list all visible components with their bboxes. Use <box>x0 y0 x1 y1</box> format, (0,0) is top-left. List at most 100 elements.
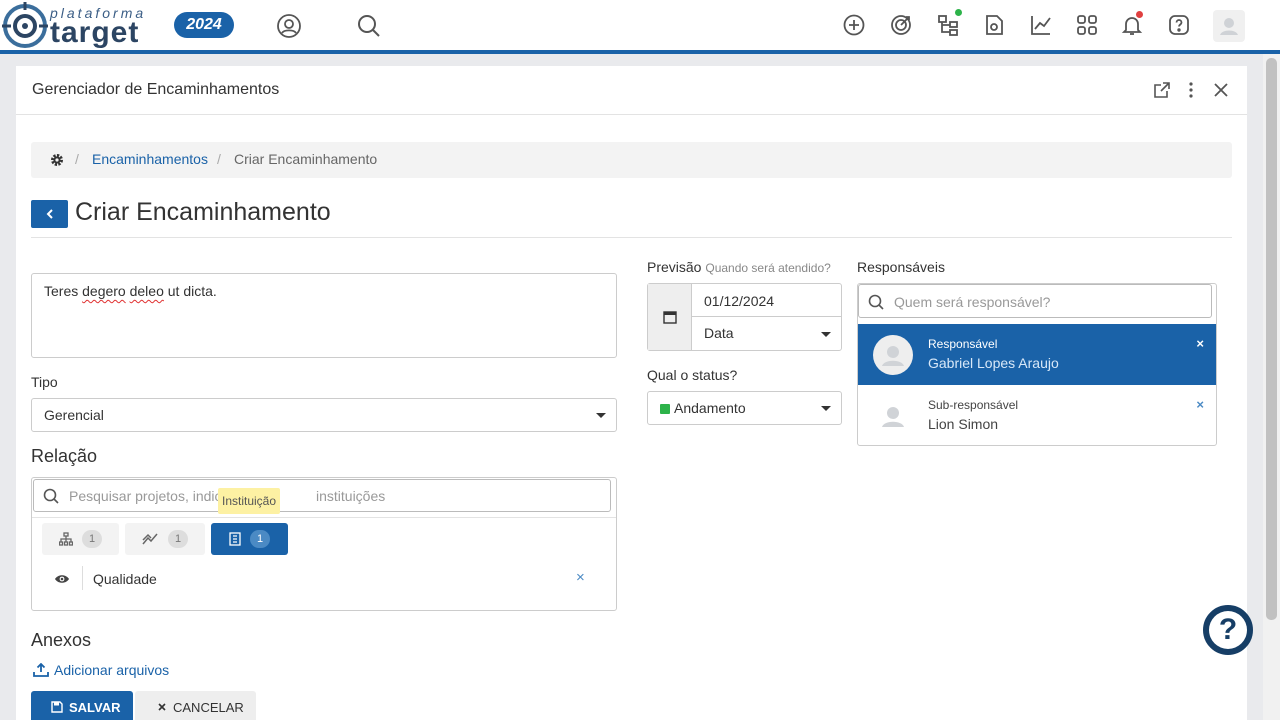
status-select[interactable]: Andamento <box>647 391 842 425</box>
relacao-search-placeholder-end: instituições <box>316 488 386 504</box>
year-badge[interactable]: 2024 <box>174 12 234 38</box>
main-panel: Gerenciador de Encaminhamentos / Encamin… <box>16 66 1247 720</box>
external-link-icon[interactable] <box>1152 80 1172 100</box>
more-vertical-icon[interactable] <box>1181 80 1201 100</box>
responsaveis-box: Quem será responsável? Responsável Gabri… <box>857 283 1217 446</box>
top-bar: plataforma target 2024 <box>0 0 1280 54</box>
avatar <box>873 396 913 436</box>
bell-icon[interactable] <box>1120 13 1146 39</box>
apps-grid-icon[interactable] <box>1075 13 1101 39</box>
tipo-label: Tipo <box>31 374 58 390</box>
tipo-select[interactable]: Gerencial <box>31 398 617 432</box>
save-button[interactable]: SALVAR <box>31 691 133 720</box>
document-icon[interactable] <box>982 13 1008 39</box>
close-icon <box>158 703 166 711</box>
relation-remove-icon[interactable]: × <box>576 569 585 586</box>
logo-title: target <box>50 16 140 49</box>
breadcrumb-separator: / <box>75 151 79 167</box>
chevron-down-icon <box>596 413 606 418</box>
search-icon <box>43 488 59 504</box>
tab-indicadores[interactable]: 1 <box>125 523 205 555</box>
gear-icon[interactable] <box>50 153 64 167</box>
profile-circle-icon[interactable] <box>276 13 302 39</box>
divider <box>32 517 616 518</box>
list-item[interactable]: Responsável Gabriel Lopes Araujo × <box>858 324 1216 385</box>
help-icon[interactable] <box>1167 13 1193 39</box>
relacao-search-placeholder: Pesquisar projetos, indic <box>69 488 222 504</box>
add-files-label: Adicionar arquivos <box>54 662 170 678</box>
search-icon <box>868 294 884 310</box>
search-icon[interactable] <box>356 13 382 39</box>
description-word: degero <box>82 283 126 299</box>
date-value: 01/12/2024 <box>704 293 775 309</box>
trend-icon <box>142 533 158 545</box>
page-scrollbar-thumb[interactable] <box>1266 58 1277 620</box>
avatar <box>873 335 913 375</box>
previsao-label-text: Previsão <box>647 259 702 275</box>
breadcrumb-link[interactable]: Encaminhamentos <box>92 151 208 167</box>
chevron-down-icon <box>821 331 831 337</box>
upload-icon <box>33 663 49 677</box>
help-float-button[interactable]: ? <box>1203 605 1253 655</box>
tab-count-badge: 1 <box>82 530 102 548</box>
description-word: Teres <box>44 283 79 299</box>
tab-count-badge: 1 <box>250 530 270 548</box>
save-label: SALVAR <box>69 700 121 715</box>
logo[interactable]: plataforma target <box>2 2 152 50</box>
relacao-title: Relação <box>31 446 98 466</box>
logo-target-icon <box>2 2 48 48</box>
eye-icon[interactable] <box>54 573 70 585</box>
description-word: ut dicta. <box>167 283 217 299</box>
breadcrumb-current: Criar Encaminhamento <box>234 151 378 167</box>
status-dot <box>955 9 962 16</box>
status-color-swatch <box>660 404 670 414</box>
calendar-icon <box>663 311 677 324</box>
tab-projetos[interactable]: 1 <box>42 523 119 555</box>
close-icon[interactable] <box>1211 80 1231 100</box>
date-type-value: Data <box>704 325 734 341</box>
responsavel-role: Sub-responsável <box>928 398 1019 412</box>
cancel-label: CANCELAR <box>173 700 244 715</box>
tab-instituicoes[interactable]: 1 <box>211 523 288 555</box>
responsaveis-search-input[interactable]: Quem será responsável? <box>858 284 1212 318</box>
relacao-box: Pesquisar projetos, indic instituições 1… <box>31 477 617 611</box>
remove-icon[interactable]: × <box>1196 336 1204 351</box>
tree-icon[interactable] <box>936 13 962 39</box>
tipo-value: Gerencial <box>44 407 104 423</box>
remove-icon[interactable]: × <box>1196 397 1204 412</box>
panel-title: Gerenciador de Encaminhamentos <box>32 81 280 98</box>
responsavel-name: Lion Simon <box>928 416 999 432</box>
calendar-addon[interactable] <box>648 284 692 350</box>
tooltip: Instituição <box>218 488 281 514</box>
question-mark-icon: ? <box>1209 611 1247 649</box>
cancel-button[interactable]: CANCELAR <box>135 691 256 720</box>
floppy-disk-icon <box>51 701 63 713</box>
tab-count-badge: 1 <box>168 530 188 548</box>
description-textarea[interactable]: Teres degero deleo ut dicta. <box>31 273 617 358</box>
status-label: Qual o status? <box>647 367 738 383</box>
panel-header: Gerenciador de Encaminhamentos <box>16 66 1247 115</box>
chevron-down-icon <box>821 406 831 411</box>
description-word: deleo <box>129 283 164 299</box>
responsavel-role: Responsável <box>928 337 998 351</box>
page-header: Criar Encaminhamento <box>31 197 1232 238</box>
divider <box>82 566 83 590</box>
responsaveis-placeholder: Quem será responsável? <box>894 294 1051 310</box>
target-icon[interactable] <box>889 13 915 39</box>
building-icon <box>229 532 241 546</box>
date-type-select[interactable]: Data <box>692 317 841 350</box>
add-circle-icon[interactable] <box>842 13 868 39</box>
previsao-label: Previsão Quando será atendido? <box>647 259 831 275</box>
list-item[interactable]: Sub-responsável Lion Simon × <box>858 385 1216 446</box>
chart-line-icon[interactable] <box>1029 13 1055 39</box>
relation-item-label: Qualidade <box>93 571 157 587</box>
page-title: Criar Encaminhamento <box>75 198 331 226</box>
date-field: 01/12/2024 Data <box>647 283 842 351</box>
relacao-search-input[interactable]: Pesquisar projetos, indic instituições <box>33 479 611 512</box>
back-button[interactable] <box>31 200 68 228</box>
user-avatar-icon[interactable] <box>1213 10 1245 42</box>
date-input[interactable]: 01/12/2024 <box>692 284 841 317</box>
notification-dot <box>1136 11 1143 18</box>
responsavel-name: Gabriel Lopes Araujo <box>928 355 1059 371</box>
breadcrumb-separator: / <box>217 151 221 167</box>
